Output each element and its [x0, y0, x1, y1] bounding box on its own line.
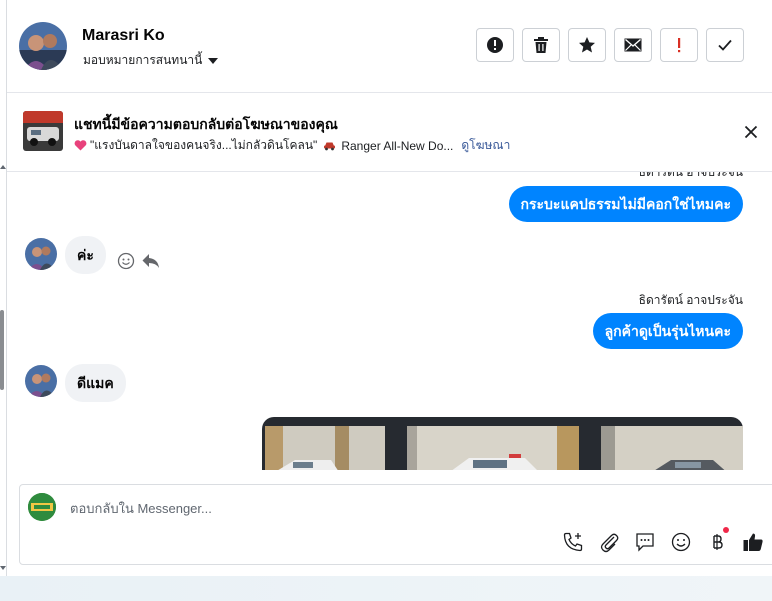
attached-photo[interactable]: [407, 426, 579, 470]
assign-conversation-dropdown[interactable]: มอบหมายการสนทนานี้: [83, 51, 219, 70]
incoming-message[interactable]: ดีแมค: [65, 364, 126, 402]
photo-attachment[interactable]: [262, 417, 743, 470]
ad-reply-banner: แชทนี้มีข้อความตอบกลับต่อโฆษณาของคุณ "แร…: [7, 93, 772, 172]
smiley-icon: [671, 532, 691, 552]
paperclip-icon: [600, 533, 619, 553]
payment-button[interactable]: [705, 527, 729, 554]
sender-name: ธิดารัตน์ อาจประจัน: [638, 172, 743, 179]
mark-unread-button[interactable]: [614, 28, 652, 62]
composer-tools: [561, 527, 765, 554]
conversation-panel: Marasri Ko มอบหมายการสนทนานี้ แชทนี้มีข้…: [6, 0, 772, 576]
speech-bubble-icon: [636, 533, 654, 552]
delete-button[interactable]: [522, 28, 560, 62]
sender-name: ธิดารัตน์ อาจประจัน: [638, 293, 743, 307]
envelope-icon: [624, 38, 642, 52]
close-banner-button[interactable]: [740, 121, 762, 143]
checkmark-icon: [718, 39, 732, 51]
outgoing-message[interactable]: กระบะแคปธรรมไม่มีคอกใช่ไหมคะ: [508, 186, 743, 222]
caret-down-icon: [208, 57, 219, 64]
reply-input[interactable]: [68, 497, 672, 519]
react-smiley-icon[interactable]: [117, 252, 135, 270]
ad-description: "แรงบันดาลใจของคนจริง...ไม่กลัวดินโคลน" …: [74, 136, 510, 155]
page-avatar: [28, 493, 56, 521]
call-add-button[interactable]: [561, 530, 585, 554]
car-icon: [324, 142, 336, 151]
page-footer-strip: [0, 576, 772, 601]
reply-composer: [19, 484, 772, 565]
notification-dot: [723, 527, 729, 533]
trash-icon: [534, 37, 548, 53]
emoji-button[interactable]: [669, 530, 693, 554]
view-ad-link[interactable]: ดูโฆษณา: [461, 136, 510, 155]
star-button[interactable]: [568, 28, 606, 62]
assign-label: มอบหมายการสนทนานี้: [83, 53, 203, 67]
message-thread[interactable]: ธิดารัตน์ อาจประจัน กระบะแคปธรรมไม่มีคอก…: [7, 172, 772, 470]
contact-avatar-small[interactable]: [25, 365, 57, 397]
like-button[interactable]: [741, 530, 765, 554]
close-icon: [744, 125, 758, 139]
ad-text: "แรงบันดาลใจของคนจริง...ไม่กลัวดินโคลน": [90, 138, 318, 152]
baht-icon: [713, 534, 723, 550]
alert-circle-icon: [487, 37, 503, 53]
exclamation-icon: [678, 38, 681, 53]
message-tools: [117, 252, 161, 270]
mark-done-button[interactable]: [706, 28, 744, 62]
ad-banner-title: แชทนี้มีข้อความตอบกลับต่อโฆษณาของคุณ: [74, 116, 338, 132]
reply-arrow-icon[interactable]: [141, 252, 161, 270]
heart-icon: [74, 140, 87, 151]
contact-avatar[interactable]: [19, 22, 67, 70]
saved-replies-button[interactable]: [633, 530, 657, 554]
contact-name[interactable]: Marasri Ko: [82, 27, 165, 45]
contact-avatar-small[interactable]: [25, 238, 57, 270]
conversation-header: Marasri Ko มอบหมายการสนทนานี้: [7, 0, 772, 93]
ad-text-product: Ranger All-New Do...: [341, 138, 454, 153]
thumbs-up-icon: [743, 533, 763, 551]
flag-important-button[interactable]: [660, 28, 698, 62]
attached-photo[interactable]: [601, 426, 743, 470]
outgoing-message[interactable]: ลูกค้าดูเป็นรุ่นไหนคะ: [592, 313, 743, 349]
star-icon: [579, 37, 595, 53]
report-spam-button[interactable]: [476, 28, 514, 62]
ad-thumbnail[interactable]: [23, 111, 63, 151]
left-scrollbar-thumb[interactable]: [0, 310, 4, 390]
attached-photo[interactable]: [265, 426, 385, 470]
incoming-message[interactable]: ค่ะ: [65, 236, 106, 274]
phone-add-icon: [563, 532, 583, 552]
conversation-actions: [476, 28, 744, 62]
attach-file-button[interactable]: [597, 530, 621, 554]
